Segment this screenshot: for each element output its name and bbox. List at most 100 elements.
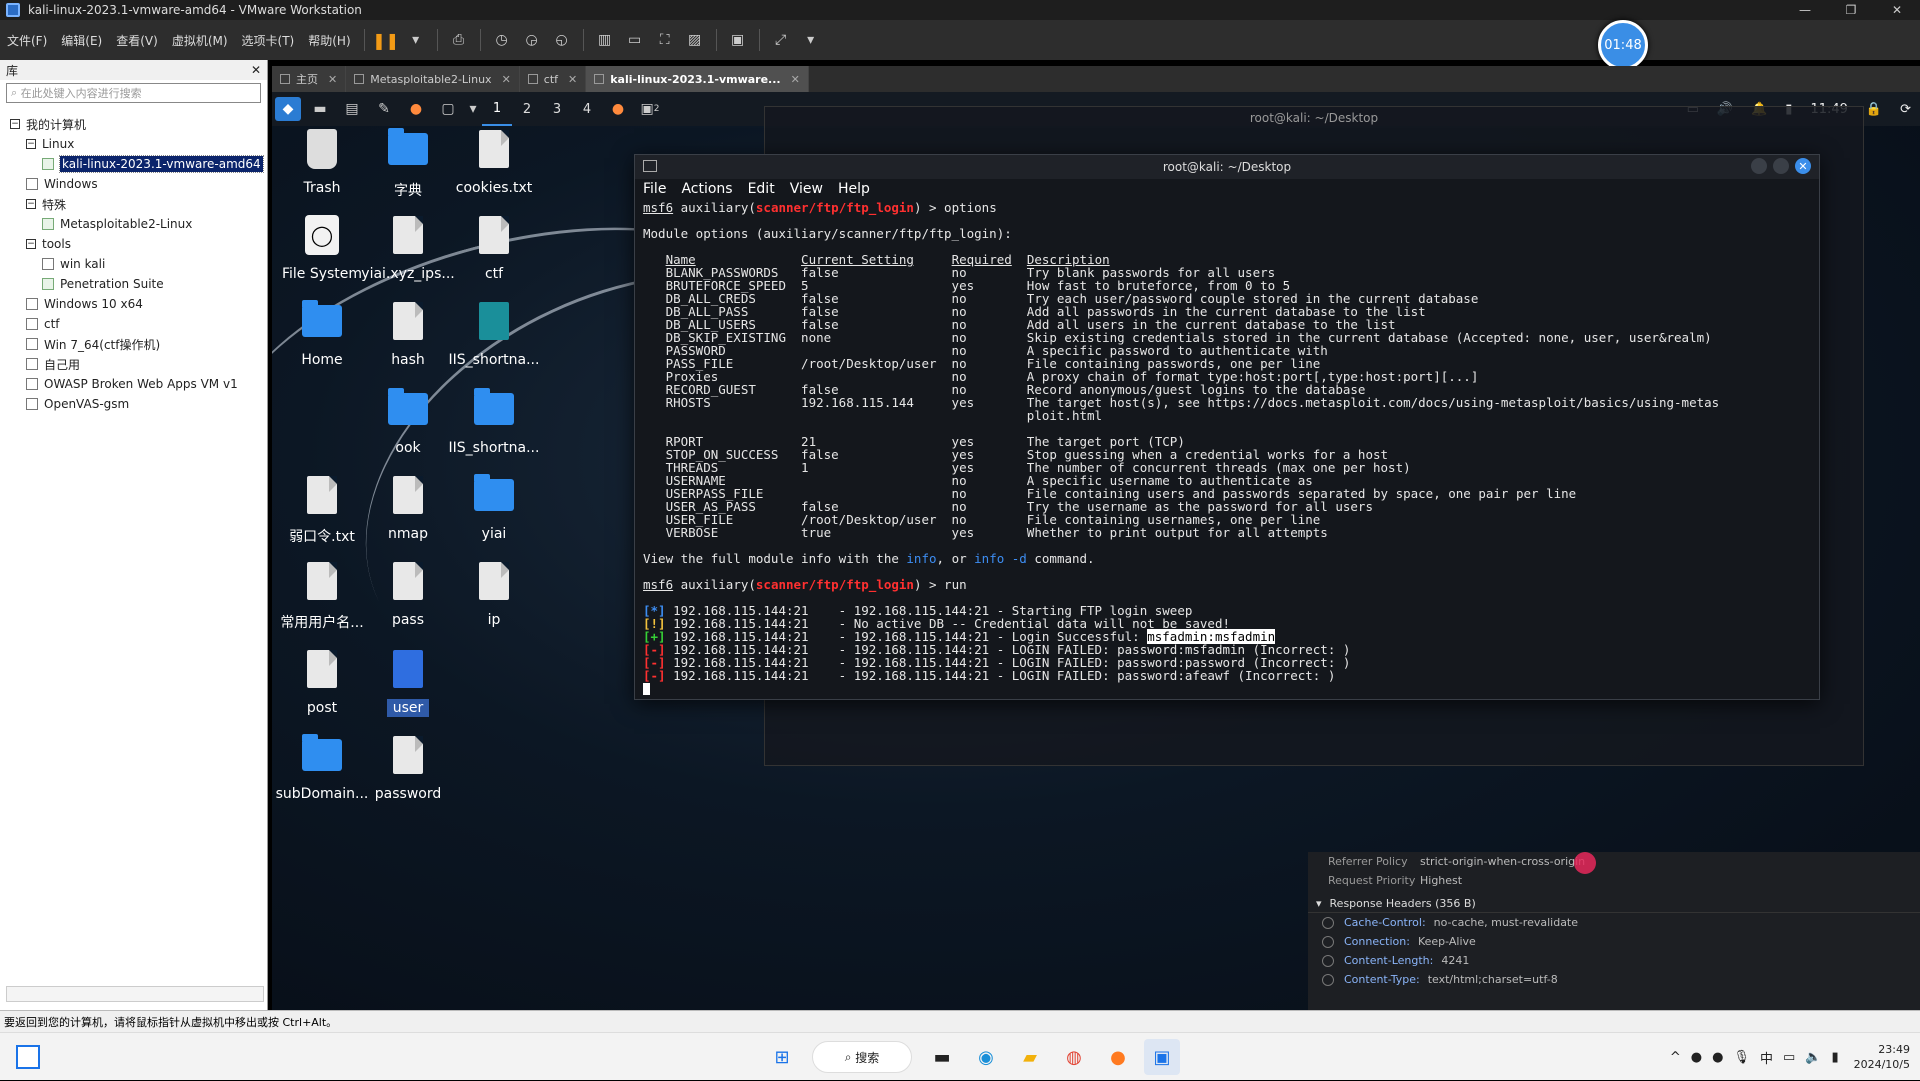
- terminal-close-button[interactable]: ✕: [1795, 158, 1811, 174]
- volume-icon[interactable]: 🔈: [1805, 1050, 1821, 1065]
- console-icon[interactable]: ▣: [726, 28, 750, 52]
- desktop-icon[interactable]: ◯ File System: [274, 214, 370, 282]
- menu-vm[interactable]: 虚拟机(M): [165, 32, 235, 49]
- library-item[interactable]: − 特殊: [0, 194, 267, 214]
- library-search-input[interactable]: ⌕ 在此处键入内容进行搜索: [6, 83, 261, 103]
- workspace-3[interactable]: 3: [542, 92, 572, 126]
- terminal-menu-file[interactable]: File: [643, 181, 666, 197]
- terminal-menu-actions[interactable]: Actions: [681, 181, 732, 197]
- library-item[interactable]: kali-linux-2023.1-vmware-amd64: [0, 154, 267, 174]
- help-icon[interactable]: [1322, 916, 1334, 929]
- library-item[interactable]: ctf: [0, 314, 267, 334]
- menu-tabs[interactable]: 选项卡(T): [235, 32, 302, 49]
- desktop-icon[interactable]: IIS_shortna...: [446, 388, 542, 456]
- desktop-icon[interactable]: user: [360, 648, 456, 717]
- firefox-window-icon[interactable]: ●: [605, 97, 631, 121]
- taskbar-clock[interactable]: 23:49 2024/10/5: [1854, 1042, 1910, 1072]
- vm-tab[interactable]: ctf ✕: [519, 66, 587, 92]
- close-icon[interactable]: ✕: [502, 73, 511, 86]
- desktop-icon[interactable]: ip: [446, 560, 542, 628]
- pause-icon[interactable]: ❚❚: [372, 28, 399, 52]
- text-editor-icon[interactable]: ✎: [371, 97, 397, 121]
- firefox-icon[interactable]: ●: [403, 97, 429, 121]
- menu-help[interactable]: 帮助(H): [301, 32, 357, 49]
- terminal-output[interactable]: msf6 auxiliary(scanner/ftp/ftp_login) > …: [635, 199, 1819, 695]
- desktop-icon[interactable]: password: [360, 734, 456, 802]
- workspace-1[interactable]: 1: [482, 92, 512, 126]
- terminal-menu-view[interactable]: View: [790, 181, 823, 197]
- fullscreen-icon[interactable]: ⛶: [653, 28, 677, 52]
- terminal-menu-edit[interactable]: Edit: [748, 181, 775, 197]
- chevron-down-icon[interactable]: ▾: [404, 28, 428, 52]
- expand-icon[interactable]: −: [26, 239, 36, 249]
- library-item[interactable]: Windows: [0, 174, 267, 194]
- library-item[interactable]: OWASP Broken Web Apps VM v1: [0, 374, 267, 394]
- desktop-icon[interactable]: 常用用户名...: [274, 560, 370, 632]
- restore-button[interactable]: ❐: [1828, 0, 1874, 20]
- qq-icon[interactable]: ●: [1691, 1050, 1702, 1065]
- response-headers-section[interactable]: ▾ Response Headers (356 B): [1308, 894, 1920, 913]
- close-icon[interactable]: ✕: [791, 73, 800, 86]
- desktop-icon[interactable]: yiai.xyz_ips...: [360, 214, 456, 282]
- horizontal-scrollbar[interactable]: [6, 986, 264, 1002]
- snapshot-manager-icon[interactable]: ◵: [550, 28, 574, 52]
- taskview-icon[interactable]: [16, 1045, 40, 1069]
- thumbnail-bar-icon[interactable]: ▭: [623, 28, 647, 52]
- network-icon[interactable]: ▭: [1783, 1050, 1795, 1065]
- vmware-app-icon[interactable]: ▣: [1144, 1039, 1180, 1075]
- snapshot-icon[interactable]: ◷: [490, 28, 514, 52]
- library-item[interactable]: win kali: [0, 254, 267, 274]
- desktop-icon[interactable]: hash: [360, 300, 456, 368]
- desktop-icon[interactable]: IIS_shortna...: [446, 300, 542, 368]
- desktop-icon[interactable]: yiai: [446, 474, 542, 542]
- mic-icon[interactable]: 🎙: [1733, 1050, 1750, 1065]
- desktop-icon[interactable]: 字典: [360, 128, 456, 200]
- terminal-app-icon[interactable]: ▬: [924, 1039, 960, 1075]
- desktop-icon[interactable]: nmap: [360, 474, 456, 542]
- chevron-up-icon[interactable]: ^: [1670, 1050, 1681, 1065]
- vm-tab[interactable]: 主页 ✕: [272, 66, 347, 92]
- desktop-icon[interactable]: Home: [274, 300, 370, 368]
- workspace-4[interactable]: 4: [572, 92, 602, 126]
- terminal-window-icon[interactable]: ▣ 2: [637, 97, 663, 121]
- desktop-icon[interactable]: ook: [360, 388, 456, 456]
- library-item[interactable]: 自己用: [0, 354, 267, 374]
- expand-icon[interactable]: −: [26, 139, 36, 149]
- revert-snapshot-icon[interactable]: ◶: [520, 28, 544, 52]
- help-icon[interactable]: [1322, 935, 1334, 948]
- file-explorer-icon[interactable]: ▰: [1012, 1039, 1048, 1075]
- unity-icon[interactable]: ▨: [683, 28, 707, 52]
- terminal-window[interactable]: root@kali: ~/Desktop ✕ File Actions Edit…: [634, 154, 1820, 700]
- vm-tab[interactable]: kali-linux-2023.1-vmware... ✕: [586, 66, 809, 92]
- library-item[interactable]: − tools: [0, 234, 267, 254]
- kali-menu-icon[interactable]: ◆: [275, 97, 301, 121]
- chevron-down-icon[interactable]: ▾: [467, 97, 479, 121]
- show-desktop-icon[interactable]: ▬: [307, 97, 333, 121]
- file-manager-icon[interactable]: ▤: [339, 97, 365, 121]
- recording-timer-badge[interactable]: 01:48: [1598, 20, 1648, 70]
- library-item[interactable]: Penetration Suite: [0, 274, 267, 294]
- expand-icon[interactable]: −: [10, 119, 20, 129]
- close-icon[interactable]: ✕: [568, 73, 577, 86]
- help-icon[interactable]: [1322, 954, 1334, 967]
- menu-file[interactable]: 文件(F): [0, 32, 54, 49]
- close-icon[interactable]: ✕: [328, 73, 337, 86]
- library-item[interactable]: Windows 10 x64: [0, 294, 267, 314]
- send-keys-icon[interactable]: ⎙: [447, 28, 471, 52]
- guest-screen[interactable]: ◆ ▬ ▤ ✎ ● ▢ ▾ 1 2 3 4 ● ▣2 ▭ 🔊 🔔 ▮ 11:49…: [272, 92, 1920, 1010]
- vm-tab[interactable]: Metasploitable2-Linux ✕: [346, 66, 520, 92]
- desktop-icon[interactable]: Trash: [274, 128, 370, 196]
- qq-icon[interactable]: ●: [1712, 1050, 1723, 1065]
- expand-icon[interactable]: −: [26, 199, 36, 209]
- close-icon[interactable]: ✕: [251, 63, 261, 77]
- chrome-icon[interactable]: ◍: [1056, 1039, 1092, 1075]
- library-item[interactable]: Metasploitable2-Linux: [0, 214, 267, 234]
- help-icon[interactable]: [1322, 973, 1334, 986]
- library-item[interactable]: − Linux: [0, 134, 267, 154]
- desktop-icon[interactable]: pass: [360, 560, 456, 628]
- desktop-icon[interactable]: subDomain...: [274, 734, 370, 802]
- lock-icon[interactable]: 🔒: [1866, 102, 1882, 117]
- terminal-menu-help[interactable]: Help: [838, 181, 870, 197]
- menu-view[interactable]: 查看(V): [109, 32, 165, 49]
- minimize-button[interactable]: —: [1782, 0, 1828, 20]
